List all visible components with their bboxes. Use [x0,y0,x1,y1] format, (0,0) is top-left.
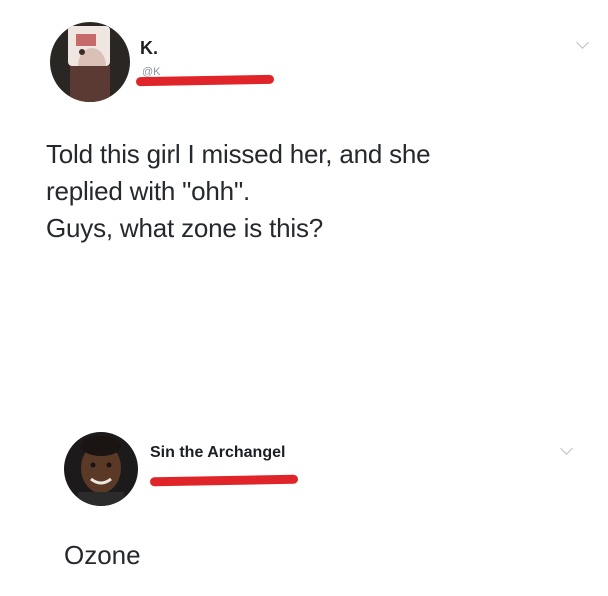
reply-text: Ozone [64,540,141,570]
tweet-author-avatar[interactable] [50,22,130,102]
tweet-text-line: replied with "ohh". [46,176,250,206]
reply-author-name[interactable]: Sin the Archangel [150,444,285,462]
handle-redaction-mark [135,74,275,87]
tweet-text: Told this girl I missed her, and she rep… [46,136,566,247]
handle-redaction-mark [149,474,299,487]
reply-author-avatar[interactable] [64,432,138,506]
tweet-author-name[interactable]: K. [140,38,158,59]
chevron-down-icon[interactable] [560,442,573,455]
chevron-down-icon[interactable] [576,36,589,49]
tweet-text-line: Told this girl I missed her, and she [46,139,431,169]
tweet-text-line: Guys, what zone is this? [46,213,323,243]
